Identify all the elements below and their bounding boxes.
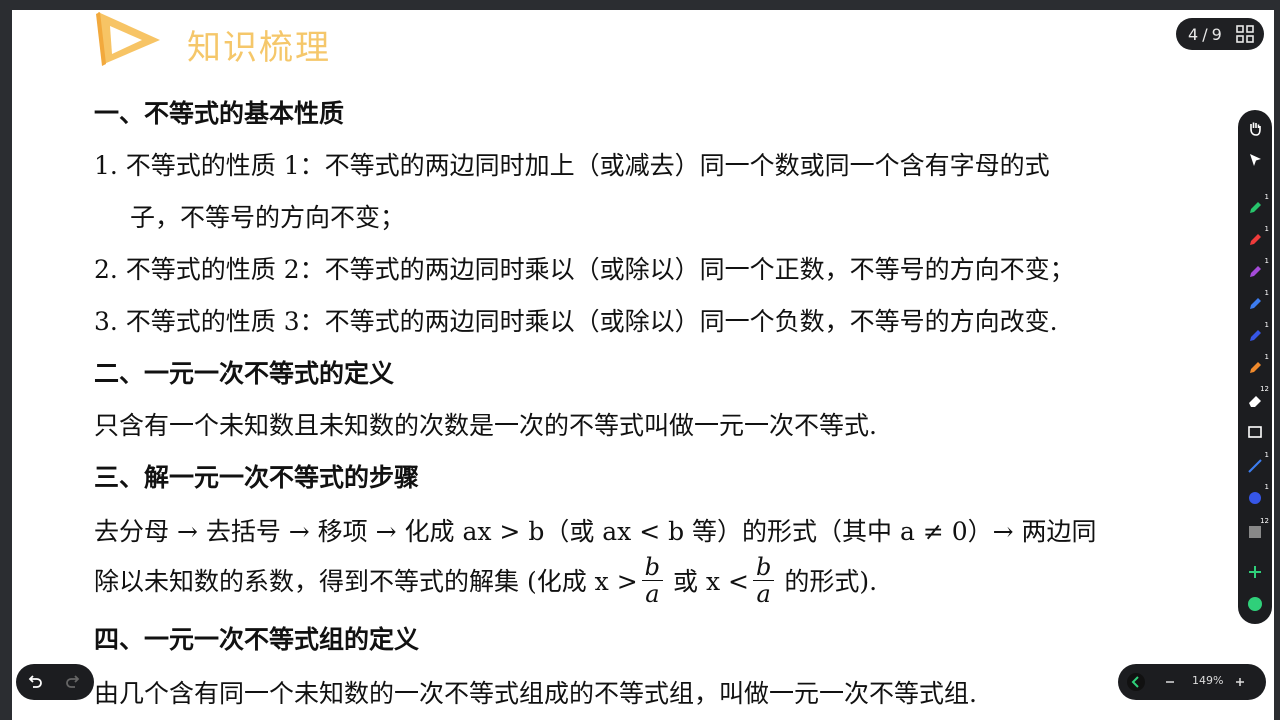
eraser-icon[interactable]: 12 <box>1243 385 1269 412</box>
zoom-level: 149% <box>1192 674 1224 687</box>
tool-badge: 1 <box>1264 321 1269 329</box>
page-separator: / <box>1202 24 1208 44</box>
steps-text-c: 的形式). <box>784 567 878 596</box>
steps-line-cont: 除以未知数的系数，得到不等式的解集 (化成 x > b a 或 x < b a … <box>94 550 877 610</box>
pen-purple-icon[interactable]: 1 <box>1243 257 1269 284</box>
section-3-title: 三、解一元一次不等式的步骤 <box>94 463 420 492</box>
tool-badge: 1 <box>1264 257 1269 265</box>
zoom-out-icon[interactable] <box>1164 676 1176 688</box>
steps-text-a: 除以未知数的系数，得到不等式的解集 (化成 x > <box>94 567 638 596</box>
redo-icon[interactable] <box>64 673 82 691</box>
pen-blue-icon[interactable]: 1 <box>1243 289 1269 316</box>
slide-page: 知识梳理 一、不等式的基本性质 1. 不等式的性质 1：不等式的两边同时加上（或… <box>12 10 1274 720</box>
fraction-denominator-2: a <box>756 579 771 608</box>
property-2-line: 2. 不等式的性质 2：不等式的两边同时乘以（或除以）同一个正数，不等号的方向不… <box>94 255 1075 284</box>
tool-badge: 1 <box>1264 451 1269 459</box>
tool-badge: 1 <box>1264 225 1269 233</box>
fraction-b-over-a: b a <box>641 554 664 608</box>
add-icon[interactable] <box>1243 560 1267 584</box>
exit-icon[interactable] <box>1243 592 1267 616</box>
property-3-line: 3. 不等式的性质 3：不等式的两边同时乘以（或除以）同一个负数，不等号的方向改… <box>94 307 1058 336</box>
definition-line: 只含有一个未知数且未知数的次数是一次的不等式叫做一元一次不等式. <box>94 411 877 440</box>
page-indicator[interactable]: 4 / 9 <box>1176 18 1264 50</box>
tool-badge: 1 <box>1264 193 1269 201</box>
section-4-title: 四、一元一次不等式组的定义 <box>94 625 420 654</box>
drawing-toolbar: 1 1 1 1 1 1 12 1 1 12 <box>1238 110 1272 624</box>
pen-orange-icon[interactable]: 1 <box>1243 353 1269 380</box>
undo-redo-bar <box>16 664 94 700</box>
fraction-denominator: a <box>645 579 660 608</box>
tool-badge: 1 <box>1264 353 1269 361</box>
hand-tool-icon[interactable] <box>1243 116 1267 140</box>
triangle-ruler-logo-icon <box>96 12 160 66</box>
pointer-tool-icon[interactable] <box>1243 148 1267 172</box>
pen-green-icon[interactable]: 1 <box>1243 193 1269 220</box>
image-icon[interactable] <box>1243 420 1267 444</box>
zoom-bar: 149% <box>1118 664 1266 700</box>
shape-tool-icon[interactable]: 1 <box>1243 483 1269 510</box>
section-1-title: 一、不等式的基本性质 <box>94 99 345 128</box>
tool-badge: 1 <box>1264 289 1269 297</box>
tool-badge: 12 <box>1260 385 1269 393</box>
fraction-numerator-2: b <box>752 554 775 581</box>
pen-darkblue-icon[interactable]: 1 <box>1243 321 1269 348</box>
zoom-in-icon[interactable] <box>1234 676 1246 688</box>
tool-badge: 1 <box>1264 483 1269 491</box>
fraction-numerator: b <box>641 554 664 581</box>
system-definition-line: 由几个含有同一个未知数的一次不等式组成的不等式组，叫做一元一次不等式组. <box>94 679 977 708</box>
property-1-line-cont: 子，不等号的方向不变； <box>130 203 406 232</box>
property-1-line: 1. 不等式的性质 1：不等式的两边同时加上（或减去）同一个数或同一个含有字母的… <box>94 151 1050 180</box>
collapse-arrow-icon[interactable] <box>1126 672 1146 692</box>
grid-view-icon[interactable] <box>1236 25 1254 43</box>
header-title: 知识梳理 <box>187 28 331 68</box>
undo-icon[interactable] <box>26 673 44 691</box>
calendar-icon[interactable]: 12 <box>1243 517 1269 544</box>
section-2-title: 二、一元一次不等式的定义 <box>94 359 395 388</box>
total-pages: 9 <box>1211 24 1222 44</box>
steps-text-b: 或 x < <box>673 567 749 596</box>
steps-line: 去分母 → 去括号 → 移项 → 化成 ax > b（或 ax < b 等）的形… <box>94 517 1097 546</box>
current-page: 4 <box>1188 24 1199 44</box>
tool-badge: 12 <box>1260 517 1269 525</box>
pen-red-icon[interactable]: 1 <box>1243 225 1269 252</box>
line-tool-icon[interactable]: 1 <box>1243 451 1269 478</box>
fraction-b-over-a-2: b a <box>752 554 775 608</box>
